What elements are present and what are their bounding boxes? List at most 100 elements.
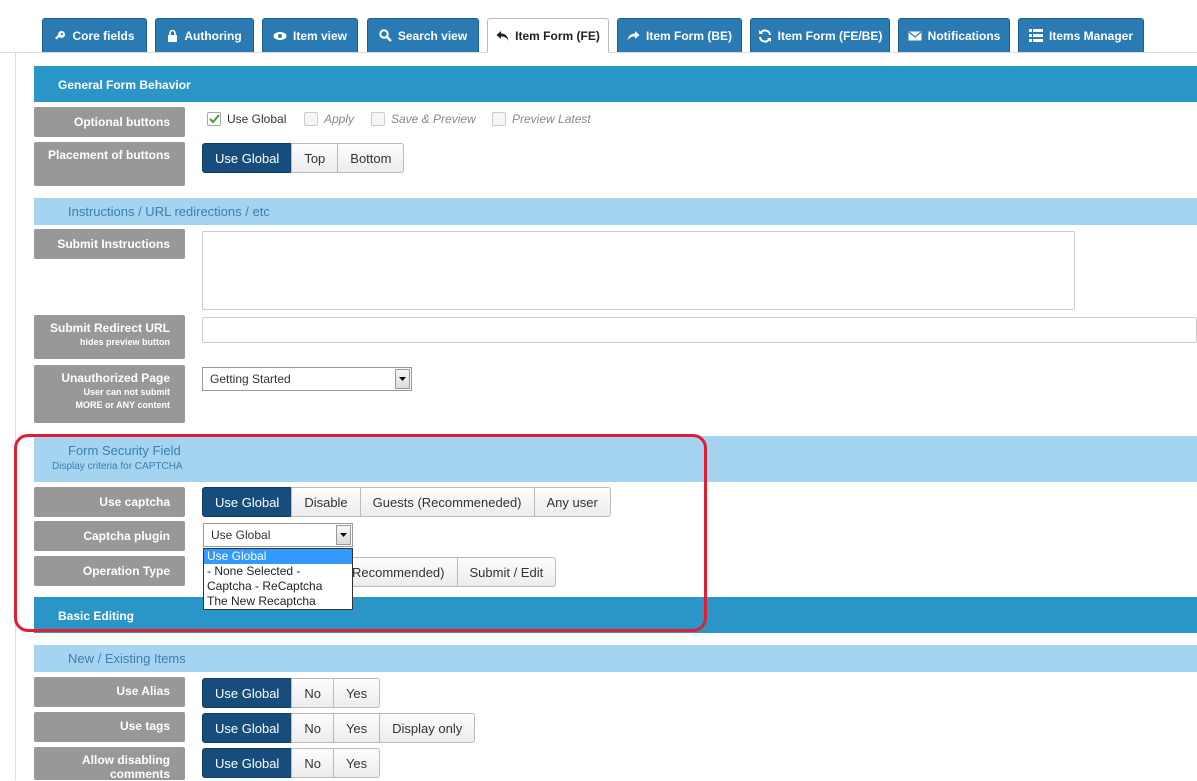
placement-bottom-button[interactable]: Bottom — [337, 143, 405, 173]
use-tags-button-group: Use Global No Yes Display only — [202, 713, 476, 743]
dropdown-option-new-recaptcha[interactable]: The New Recaptcha — [204, 594, 352, 609]
checkbox-save-preview[interactable]: Save & Preview — [371, 112, 476, 126]
tab-item-view[interactable]: Item view — [262, 18, 358, 52]
label-text: Captcha plugin — [83, 529, 170, 543]
checkbox-box[interactable] — [304, 112, 318, 126]
captcha-guests-button[interactable]: Guests (Recommeneded) — [359, 487, 535, 517]
operation-type-button-group: Recommended) Submit / Edit — [340, 557, 557, 587]
checkbox-label: Apply — [324, 112, 355, 126]
use-tags-label: Use tags — [34, 712, 185, 742]
use-captcha-button-group: Use Global Disable Guests (Recommeneded)… — [202, 487, 611, 517]
placement-top-button[interactable]: Top — [291, 143, 339, 173]
tags-display-only-button[interactable]: Display only — [379, 713, 476, 743]
lock-icon — [168, 29, 178, 42]
tab-label: Item Form (FE/BE) — [777, 28, 883, 43]
label-subtext: User can not submit — [83, 387, 170, 397]
key-icon — [55, 30, 66, 40]
submit-redirect-input[interactable] — [202, 317, 1197, 343]
allow-disabling-button-group: Use Global No Yes — [202, 748, 381, 778]
placement-button-group: Use Global Top Bottom — [202, 143, 405, 173]
checkbox-apply[interactable]: Apply — [304, 112, 354, 126]
tab-label: Core fields — [72, 28, 135, 43]
tab-item-form-be[interactable]: Item Form (BE) — [617, 18, 742, 52]
chevron-down-icon[interactable] — [336, 525, 351, 545]
label-subtext: hides preview button — [79, 337, 170, 347]
tab-search-view[interactable]: Search view — [367, 18, 479, 52]
captcha-use-global-button[interactable]: Use Global — [202, 487, 293, 517]
label-text: Use captcha — [99, 495, 170, 509]
checkbox-use-global[interactable]: Use Global — [207, 112, 286, 126]
section-subtitle: Display criteria for CAPTCHA — [52, 461, 183, 472]
section-title: Form Security Field — [68, 443, 181, 458]
comments-no-button[interactable]: No — [291, 748, 334, 778]
use-captcha-label: Use captcha — [34, 487, 185, 517]
alias-no-button[interactable]: No — [291, 678, 334, 708]
label-text: Operation Type — [82, 564, 170, 578]
checkbox-label: Preview Latest — [512, 112, 591, 126]
checkbox-box[interactable] — [371, 112, 385, 126]
label-text: Use tags — [119, 719, 170, 733]
checkbox-box[interactable] — [207, 112, 221, 126]
tab-label: Authoring — [184, 28, 242, 43]
tab-bar: Core fields Authoring Item view Search v… — [0, 0, 1197, 53]
operation-recommended-button[interactable]: Recommended) — [340, 557, 458, 587]
comments-use-global-button[interactable]: Use Global — [202, 748, 293, 778]
section-general-form-behavior: General Form Behavior — [34, 66, 1197, 102]
operation-type-label: Operation Type — [34, 556, 185, 586]
tab-label: Notifications — [927, 28, 1001, 43]
unauthorized-page-select[interactable]: Getting Started — [202, 367, 412, 391]
section-title: Instructions / URL redirections / etc — [68, 204, 270, 219]
label-text: Unauthorized Page — [61, 371, 170, 385]
checkbox-box[interactable] — [492, 112, 506, 126]
unauthorized-page-label: Unauthorized Page User can not submit MORE… — [34, 365, 185, 423]
checkbox-label: Use Global — [227, 112, 287, 126]
dropdown-option-recaptcha[interactable]: Captcha - ReCaptcha — [204, 579, 352, 594]
section-title: New / Existing Items — [68, 651, 186, 666]
placement-label: Placement of buttons — [34, 142, 185, 186]
tab-notifications[interactable]: Notifications — [898, 18, 1010, 52]
search-icon — [379, 29, 392, 42]
reply-icon — [496, 30, 509, 41]
select-value: Use Global — [211, 528, 271, 542]
forward-icon — [627, 30, 640, 41]
use-alias-label: Use Alias — [34, 677, 185, 707]
dropdown-option-none-selected[interactable]: - None Selected - — [204, 564, 352, 579]
submit-instructions-label: Submit Instructions — [34, 229, 185, 259]
tags-yes-button[interactable]: Yes — [332, 713, 381, 743]
tab-item-form-fe-be[interactable]: Item Form (FE/BE) — [750, 18, 890, 52]
eye-icon — [273, 31, 287, 40]
checkbox-preview-latest[interactable]: Preview Latest — [492, 112, 591, 126]
tags-use-global-button[interactable]: Use Global — [202, 713, 293, 743]
label-text: Allow disabling comments — [81, 753, 170, 781]
chevron-down-icon[interactable] — [395, 369, 410, 389]
allow-disabling-comments-label: Allow disabling comments — [34, 747, 185, 781]
check-icon — [209, 114, 220, 124]
tab-label: Item Form (FE) — [515, 28, 600, 43]
tab-authoring[interactable]: Authoring — [155, 18, 254, 52]
tab-label: Item view — [292, 28, 348, 43]
use-alias-button-group: Use Global No Yes — [202, 678, 381, 708]
tab-label: Items Manager — [1048, 28, 1134, 43]
alias-yes-button[interactable]: Yes — [332, 678, 381, 708]
captcha-plugin-select[interactable]: Use Global — [203, 523, 353, 547]
captcha-disable-button[interactable]: Disable — [291, 487, 361, 517]
tab-items-manager[interactable]: Items Manager — [1018, 18, 1144, 52]
captcha-plugin-label: Captcha plugin — [34, 521, 185, 551]
dropdown-option-use-global[interactable]: Use Global — [204, 549, 352, 564]
tab-label: Search view — [397, 28, 468, 43]
list-icon — [1028, 29, 1043, 42]
tab-label: Item Form (BE) — [645, 28, 732, 43]
section-title: Basic Editing — [58, 609, 135, 623]
operation-submit-edit-button[interactable]: Submit / Edit — [456, 557, 557, 587]
submit-instructions-textarea[interactable] — [202, 231, 1075, 310]
tags-no-button[interactable]: No — [291, 713, 334, 743]
alias-use-global-button[interactable]: Use Global — [202, 678, 293, 708]
section-form-security: Form Security Field Display criteria for… — [34, 436, 1197, 482]
envelope-icon — [908, 31, 922, 40]
placement-use-global-button[interactable]: Use Global — [202, 143, 293, 173]
section-instructions: Instructions / URL redirections / etc — [34, 198, 1197, 225]
tab-item-form-fe[interactable]: Item Form (FE) — [487, 18, 609, 53]
captcha-any-user-button[interactable]: Any user — [533, 487, 611, 517]
tab-core-fields[interactable]: Core fields — [42, 18, 147, 52]
comments-yes-button[interactable]: Yes — [332, 748, 381, 778]
